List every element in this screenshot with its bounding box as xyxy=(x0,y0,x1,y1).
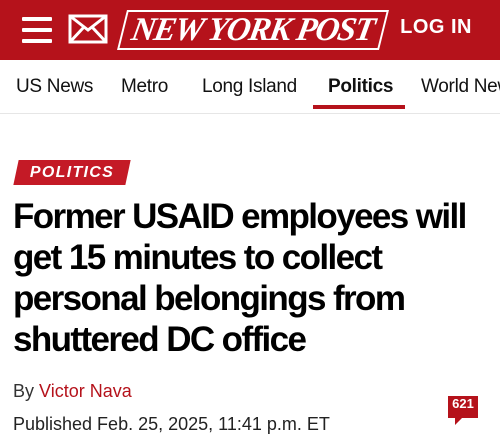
byline-prefix: By xyxy=(13,381,40,401)
section-kicker[interactable]: POLITICS xyxy=(13,160,131,185)
comments-button[interactable]: 621 xyxy=(446,394,480,428)
nav-item-world-news[interactable]: World New xyxy=(421,76,500,98)
author-link[interactable]: Victor Nava xyxy=(39,381,132,401)
nav-item-long-island[interactable]: Long Island xyxy=(202,76,297,98)
site-logo[interactable]: NEW YORK POST xyxy=(117,8,389,52)
active-tab-indicator xyxy=(313,105,405,109)
hamburger-menu-icon[interactable] xyxy=(22,17,52,43)
section-nav: US News Metro Long Island Politics World… xyxy=(0,60,500,114)
login-button[interactable]: LOG IN xyxy=(400,16,472,39)
comment-count: 621 xyxy=(452,396,474,411)
logo-text: NEW YORK POST xyxy=(129,11,378,48)
article-headline: Former USAID employees will get 15 minut… xyxy=(13,197,467,359)
site-header: NEW YORK POST LOG IN xyxy=(0,0,500,60)
envelope-icon[interactable] xyxy=(68,14,108,44)
nav-item-politics[interactable]: Politics xyxy=(328,76,393,98)
published-date: Published Feb. 25, 2025, 11:41 p.m. ET xyxy=(13,414,330,434)
kicker-label: POLITICS xyxy=(29,163,115,181)
nav-item-us-news[interactable]: US News xyxy=(16,76,93,98)
byline: By Victor Nava xyxy=(13,381,132,402)
nav-item-metro[interactable]: Metro xyxy=(121,76,168,98)
